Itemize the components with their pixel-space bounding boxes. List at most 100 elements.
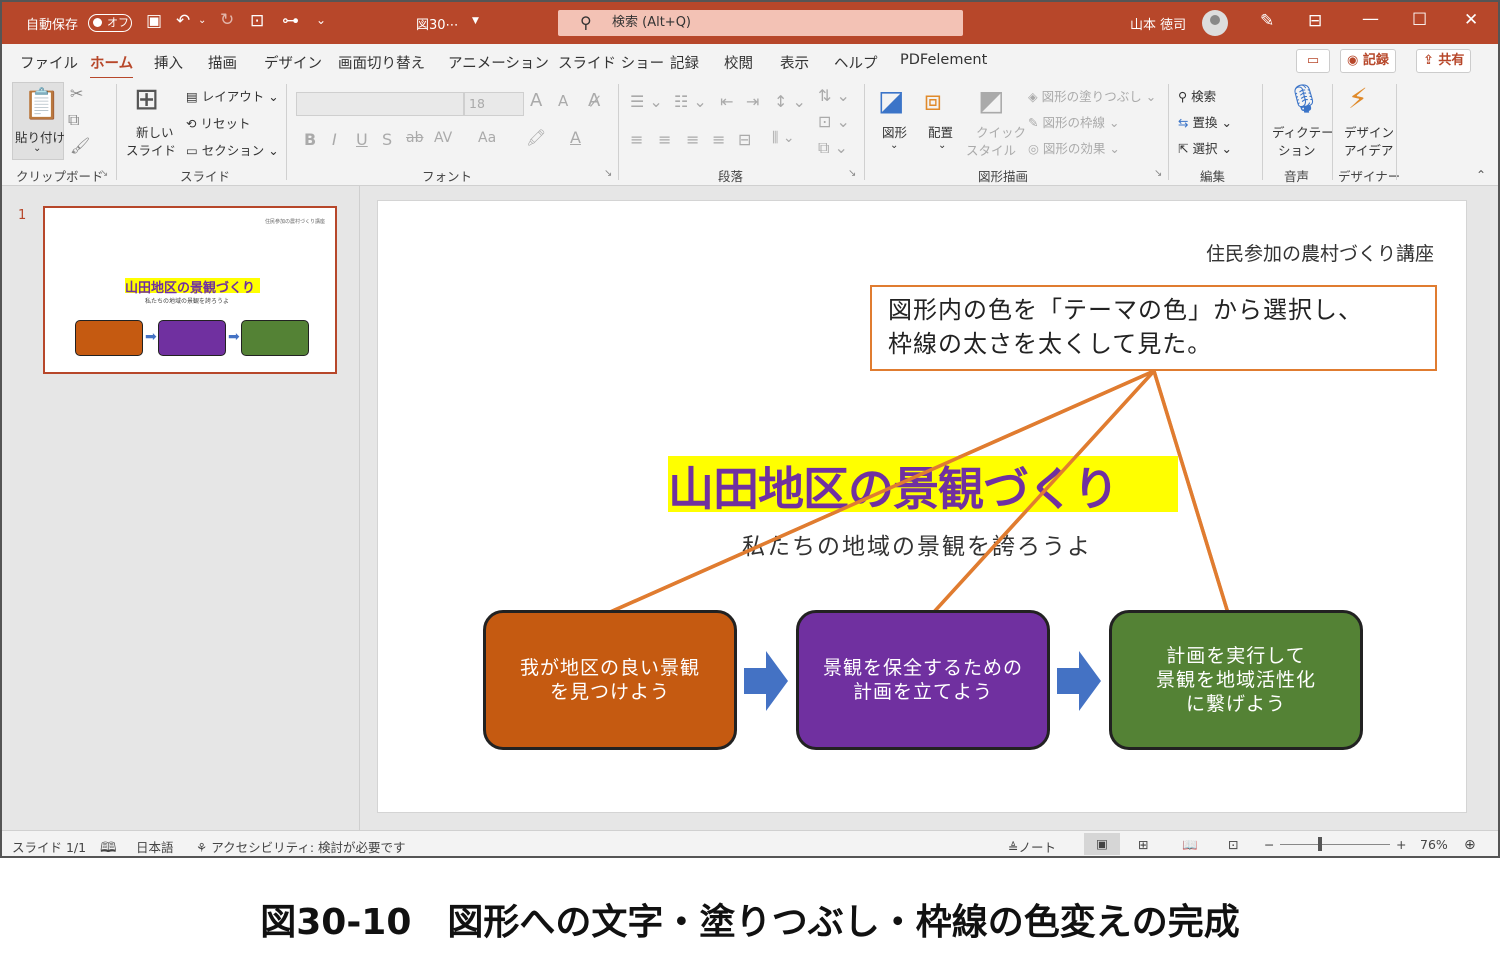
slide-sorter-icon[interactable]: ⊞ bbox=[1138, 837, 1148, 852]
maximize-icon[interactable]: ☐ bbox=[1412, 12, 1427, 29]
quick-styles-label[interactable]: クイック bbox=[976, 122, 1026, 141]
shape-effects-button[interactable]: ◎ 図形の効果 ⌄ bbox=[1028, 138, 1120, 157]
underline-button[interactable]: U bbox=[356, 130, 368, 149]
user-name[interactable]: 山本 徳司 bbox=[1130, 14, 1186, 33]
copy-icon[interactable]: ⧉ bbox=[68, 110, 79, 130]
microphone-icon[interactable]: 🎙 bbox=[1286, 82, 1322, 115]
cut-icon[interactable]: ✂ bbox=[70, 84, 83, 103]
bullets-icon[interactable]: ☰ ⌄ bbox=[630, 92, 663, 111]
right-arrow-2[interactable] bbox=[1057, 651, 1103, 711]
process-box-3[interactable]: 計画を実行して 景観を地域活性化 に繋げよう bbox=[1109, 610, 1363, 750]
smartart-icon[interactable]: ⧉ ⌄ bbox=[818, 138, 848, 158]
align-text-icon[interactable]: ⊡ ⌄ bbox=[818, 112, 850, 131]
new-slide-label-2[interactable]: スライド bbox=[126, 140, 176, 159]
arrange-label[interactable]: 配置 bbox=[928, 122, 953, 141]
new-slide-icon[interactable]: ⊞ bbox=[134, 82, 159, 117]
shapes-dropdown-icon[interactable]: ⌄ bbox=[890, 140, 898, 151]
tab-record[interactable]: 記録 bbox=[670, 52, 699, 73]
decrease-indent-icon[interactable]: ⇤ bbox=[720, 92, 733, 111]
autosave-toggle[interactable]: オフ bbox=[88, 14, 132, 32]
arrange-dropdown-icon[interactable]: ⌄ bbox=[938, 140, 946, 151]
record-button[interactable]: ◉ 記録 bbox=[1340, 49, 1396, 73]
slide-canvas[interactable]: 住民参加の農村づくり講座 図形内の色を「テーマの色」から選択し、 枠線の太さを太… bbox=[377, 200, 1467, 813]
align-right-icon[interactable]: ≡ bbox=[686, 130, 699, 149]
paragraph-dialog-launcher-icon[interactable]: ↘ bbox=[848, 168, 856, 179]
right-arrow-1[interactable] bbox=[744, 651, 790, 711]
process-box-2[interactable]: 景観を保全するための 計画を立てよう bbox=[796, 610, 1050, 750]
search-box[interactable]: ⚲ 検索 (Alt+Q) bbox=[558, 10, 963, 36]
zoom-level[interactable]: 76% bbox=[1420, 837, 1448, 852]
dialog-launcher-icon[interactable]: ↘ bbox=[100, 168, 108, 179]
collapse-ribbon-icon[interactable]: ⌃ bbox=[1476, 168, 1486, 182]
zoom-slider-thumb[interactable] bbox=[1318, 837, 1322, 851]
present-icon[interactable]: ⊡ bbox=[250, 13, 264, 30]
tab-pdfelement[interactable]: PDFelement bbox=[900, 52, 987, 68]
tab-help[interactable]: ヘルプ bbox=[834, 52, 878, 73]
touch-mode-icon[interactable]: ⊶ bbox=[282, 13, 299, 30]
paste-button[interactable]: 📋 貼り付け ⌄ bbox=[12, 82, 65, 160]
select-button[interactable]: ⇱ 選択 ⌄ bbox=[1178, 138, 1232, 157]
numbering-icon[interactable]: ☷ ⌄ bbox=[674, 92, 707, 111]
replace-button[interactable]: ⇆ 置換 ⌄ bbox=[1178, 112, 1232, 131]
pen-icon[interactable]: ✎ bbox=[1260, 13, 1274, 30]
reading-view-icon[interactable]: 📖 bbox=[1182, 837, 1198, 853]
dictate-label-2[interactable]: ション bbox=[1278, 140, 1316, 159]
align-center-icon[interactable]: ≡ bbox=[658, 130, 671, 149]
change-case-button[interactable]: Aa bbox=[478, 130, 496, 146]
find-button[interactable]: ⚲ 検索 bbox=[1178, 86, 1216, 105]
accessibility-status[interactable]: ⚘ アクセシビリティ: 検討が必要です bbox=[196, 837, 406, 856]
line-spacing-icon[interactable]: ↕ ⌄ bbox=[774, 92, 806, 111]
italic-button[interactable]: I bbox=[332, 130, 337, 149]
share-button[interactable]: ⇪ 共有 bbox=[1416, 49, 1472, 73]
shape-fill-button[interactable]: ◈ 図形の塗りつぶし ⌄ bbox=[1028, 86, 1156, 105]
shapes-icon[interactable]: ◪ bbox=[878, 84, 904, 117]
customize-qat-icon[interactable]: ⌄ bbox=[316, 14, 326, 26]
fit-slide-icon[interactable]: ⊕ bbox=[1464, 837, 1476, 853]
section-button[interactable]: ▭ セクション ⌄ bbox=[186, 140, 279, 159]
undo-dropdown-icon[interactable]: ⌄ bbox=[198, 16, 206, 26]
zoom-out-button[interactable]: − bbox=[1264, 837, 1274, 852]
tab-animations[interactable]: アニメーション bbox=[448, 52, 549, 73]
zoom-in-button[interactable]: + bbox=[1396, 837, 1406, 852]
tab-home[interactable]: ホーム bbox=[90, 52, 134, 80]
distribute-icon[interactable]: ⊟ bbox=[738, 130, 751, 149]
save-icon[interactable]: ▣ bbox=[146, 13, 162, 30]
bold-button[interactable]: B bbox=[304, 130, 316, 149]
close-icon[interactable]: ✕ bbox=[1464, 12, 1478, 29]
tab-draw[interactable]: 描画 bbox=[208, 52, 237, 73]
drawing-dialog-launcher-icon[interactable]: ↘ bbox=[1154, 168, 1162, 179]
char-spacing-button[interactable]: AV bbox=[434, 130, 452, 146]
shapes-label[interactable]: 図形 bbox=[882, 122, 907, 141]
language-indicator[interactable]: 日本語 bbox=[136, 837, 174, 856]
strike-button[interactable]: ab bbox=[406, 130, 423, 146]
redo-icon[interactable]: ↻ bbox=[220, 12, 234, 29]
font-color-icon[interactable]: A bbox=[570, 128, 581, 147]
text-direction-icon[interactable]: ⇅ ⌄ bbox=[818, 86, 850, 105]
tab-insert[interactable]: 挿入 bbox=[154, 52, 183, 73]
align-left-icon[interactable]: ≡ bbox=[630, 130, 643, 149]
undo-icon[interactable]: ↶ bbox=[176, 13, 190, 30]
font-family-select[interactable] bbox=[296, 92, 464, 116]
reset-button[interactable]: ⟲ リセット bbox=[186, 113, 250, 132]
dictate-label[interactable]: ディクテー bbox=[1272, 122, 1334, 141]
arrange-icon[interactable]: ⧈ bbox=[924, 84, 942, 118]
design-ideas-label[interactable]: デザイン bbox=[1344, 122, 1394, 141]
tab-design[interactable]: デザイン bbox=[264, 52, 322, 73]
avatar[interactable] bbox=[1202, 10, 1228, 36]
format-painter-icon[interactable]: 🖌 bbox=[70, 136, 90, 155]
grow-font-button[interactable]: A bbox=[530, 90, 542, 111]
columns-icon[interactable]: ⫼ ⌄ bbox=[772, 130, 795, 146]
quick-styles-icon[interactable]: ◩ bbox=[978, 84, 1004, 117]
increase-indent-icon[interactable]: ⇥ bbox=[746, 92, 759, 111]
slide-thumbnail[interactable]: 住民参加の農村づくり講座 山田地区の景観づくり 私たちの地域の景観を誇ろうよ ➡… bbox=[43, 206, 337, 374]
shrink-font-button[interactable]: A bbox=[558, 92, 568, 110]
new-slide-label[interactable]: 新しい bbox=[136, 122, 174, 141]
quick-styles-label-2[interactable]: スタイル bbox=[966, 140, 1016, 159]
shadow-button[interactable]: S bbox=[382, 130, 392, 149]
minimize-icon[interactable]: — bbox=[1362, 11, 1379, 28]
clear-format-icon[interactable]: A̷ bbox=[588, 90, 600, 111]
slideshow-icon[interactable]: ⊡ bbox=[1228, 837, 1238, 852]
notes-button[interactable]: ≜ノート bbox=[1008, 837, 1056, 856]
design-ideas-label-2[interactable]: アイデア bbox=[1344, 140, 1393, 159]
filename-dropdown-icon[interactable]: ▼ bbox=[472, 17, 479, 26]
